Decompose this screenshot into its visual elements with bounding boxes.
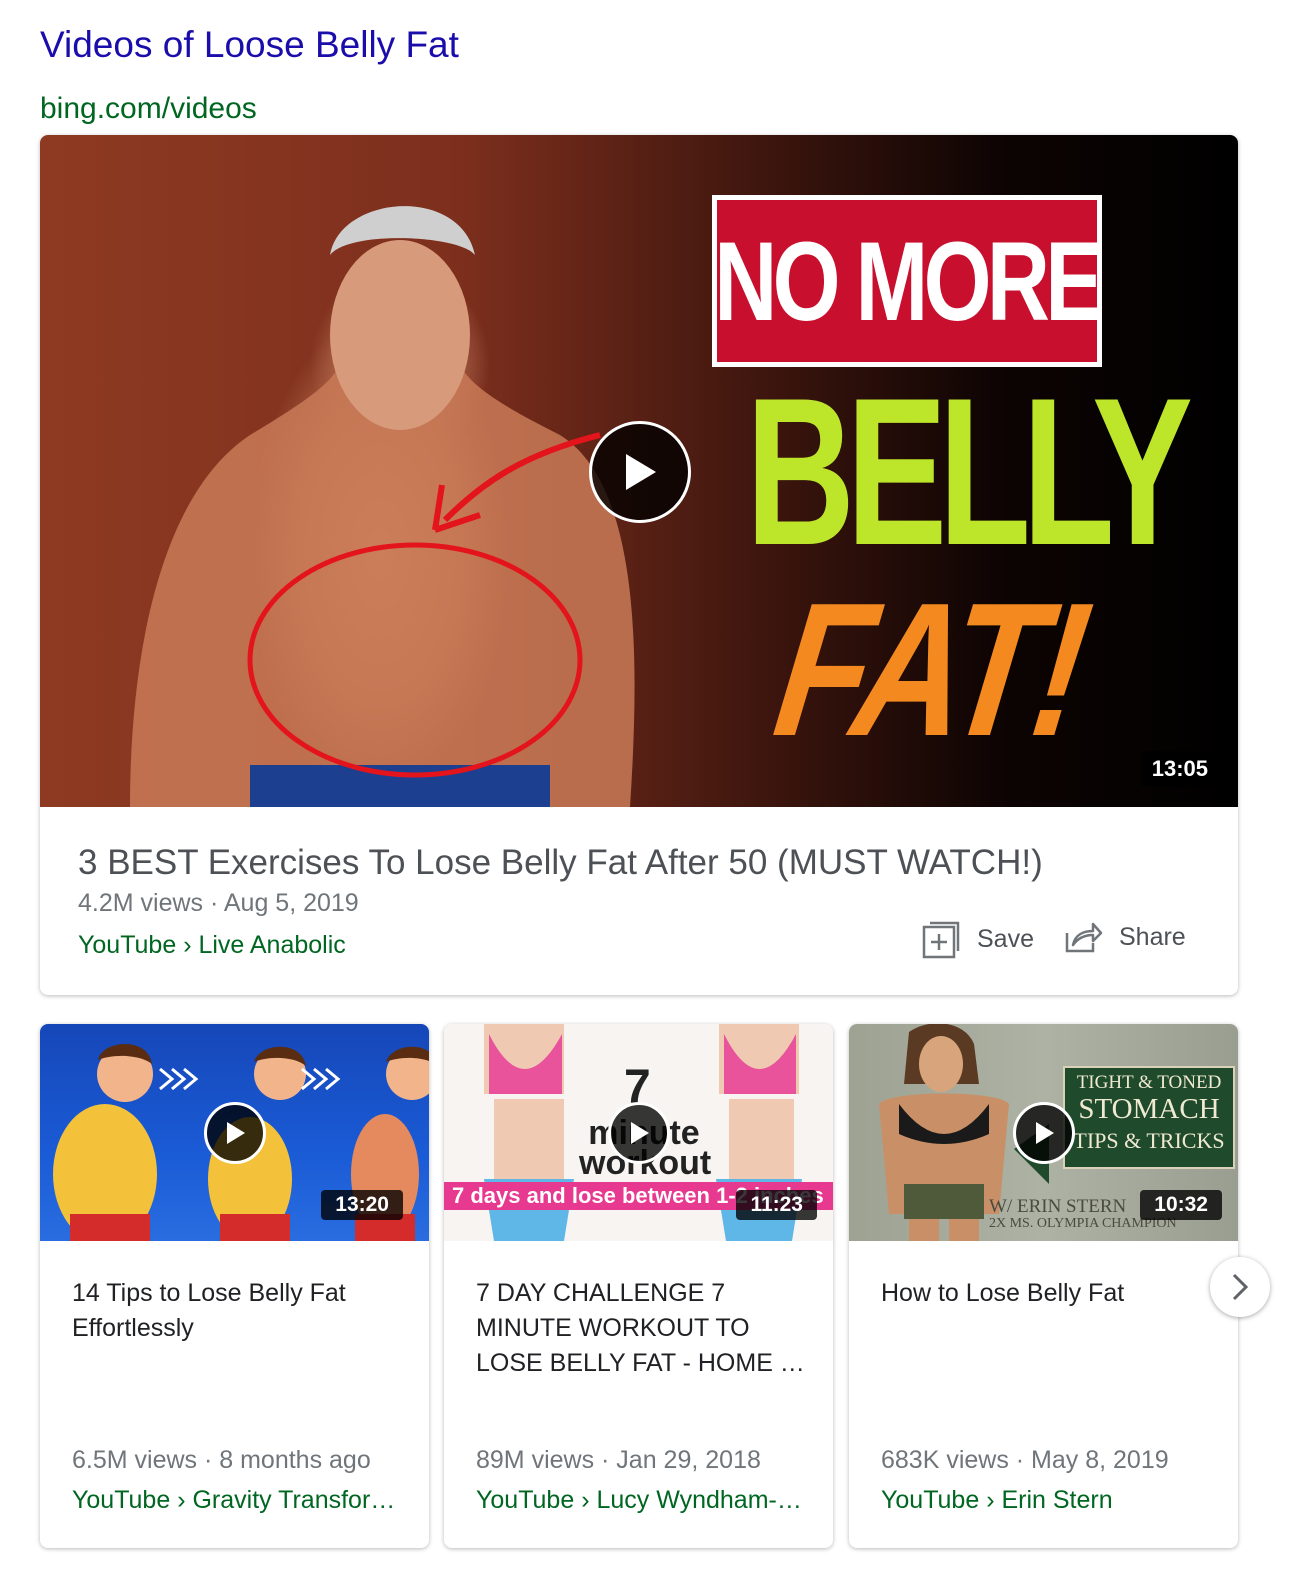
thumbnail-credit: W/ ERIN STERN bbox=[989, 1196, 1127, 1217]
video-card[interactable]: 7 minute workout 7 days and lose between… bbox=[444, 1024, 833, 1548]
share-icon bbox=[1065, 922, 1103, 953]
video-source[interactable]: YouTube › Gravity Transfor… bbox=[72, 1486, 402, 1515]
thumbnail-text-line3: FAT! bbox=[764, 564, 1096, 776]
chevron-right-icon bbox=[1232, 1273, 1249, 1301]
video-source[interactable]: YouTube › Erin Stern bbox=[881, 1486, 1211, 1515]
video-meta: 89M views · Jan 29, 2018 bbox=[476, 1446, 761, 1474]
video-source[interactable]: YouTube › Lucy Wyndham-… bbox=[476, 1486, 806, 1515]
thumbnail-box-line3: TIPS & TRICKS bbox=[1073, 1128, 1225, 1153]
video-title[interactable]: 14 Tips to Lose Belly Fat Effortlessly bbox=[72, 1276, 402, 1346]
save-label: Save bbox=[977, 924, 1034, 953]
video-duration: 10:32 bbox=[1140, 1190, 1222, 1220]
thumbnail-badge: NO MORE bbox=[712, 195, 1104, 367]
play-icon bbox=[1036, 1122, 1054, 1144]
play-icon bbox=[227, 1122, 245, 1144]
add-to-collection-icon bbox=[922, 921, 960, 959]
video-card[interactable]: 13:20 14 Tips to Lose Belly Fat Effortle… bbox=[40, 1024, 429, 1548]
play-button[interactable] bbox=[1013, 1102, 1075, 1164]
thumbnail-title-box: TIGHT & TONED STOMACH TIPS & TRICKS bbox=[1063, 1066, 1235, 1169]
video-thumbnail[interactable]: 7 minute workout 7 days and lose between… bbox=[444, 1024, 833, 1241]
featured-video-meta: 4.2M views · Aug 5, 2019 bbox=[78, 889, 359, 917]
video-meta: 683K views · May 8, 2019 bbox=[881, 1446, 1169, 1474]
featured-video-thumbnail[interactable]: NO MORE BELLY FAT! 13:05 bbox=[40, 135, 1238, 807]
featured-video-title[interactable]: 3 BEST Exercises To Lose Belly Fat After… bbox=[78, 843, 1043, 883]
save-button[interactable]: Save bbox=[921, 919, 1034, 959]
video-meta: 6.5M views · 8 months ago bbox=[72, 1446, 371, 1474]
video-thumbnail[interactable]: TIGHT & TONED STOMACH TIPS & TRICKS W/ E… bbox=[849, 1024, 1238, 1241]
play-button[interactable] bbox=[608, 1102, 670, 1164]
play-button[interactable] bbox=[204, 1102, 266, 1164]
video-title[interactable]: 7 DAY CHALLENGE 7 MINUTE WORKOUT TO LOSE… bbox=[476, 1276, 806, 1381]
play-button[interactable] bbox=[589, 421, 691, 523]
share-button[interactable]: Share bbox=[1063, 919, 1186, 955]
thumbnail-text-line2: BELLY bbox=[745, 354, 1193, 589]
play-icon bbox=[626, 454, 656, 490]
video-duration: 13:20 bbox=[321, 1190, 403, 1220]
thumbnail-text-line1: NO MORE bbox=[714, 218, 1104, 344]
video-card[interactable]: TIGHT & TONED STOMACH TIPS & TRICKS W/ E… bbox=[849, 1024, 1238, 1548]
featured-video-source[interactable]: YouTube › Live Anabolic bbox=[78, 931, 346, 960]
video-duration: 13:05 bbox=[1141, 751, 1218, 787]
play-icon bbox=[631, 1122, 649, 1144]
video-title[interactable]: How to Lose Belly Fat bbox=[881, 1276, 1211, 1311]
share-label: Share bbox=[1119, 922, 1186, 951]
thumbnail-box-line2: STOMACH bbox=[1078, 1093, 1220, 1125]
video-duration: 11:23 bbox=[736, 1190, 817, 1220]
results-heading-link[interactable]: Videos of Loose Belly Fat bbox=[40, 24, 459, 66]
carousel-next-button[interactable] bbox=[1210, 1257, 1270, 1317]
featured-video-card[interactable]: NO MORE BELLY FAT! 13:05 3 BEST Exercise… bbox=[40, 135, 1238, 995]
thumbnail-box-line1: TIGHT & TONED bbox=[1076, 1072, 1222, 1093]
source-url: bing.com/videos bbox=[40, 92, 257, 125]
video-thumbnail[interactable]: 13:20 bbox=[40, 1024, 429, 1241]
